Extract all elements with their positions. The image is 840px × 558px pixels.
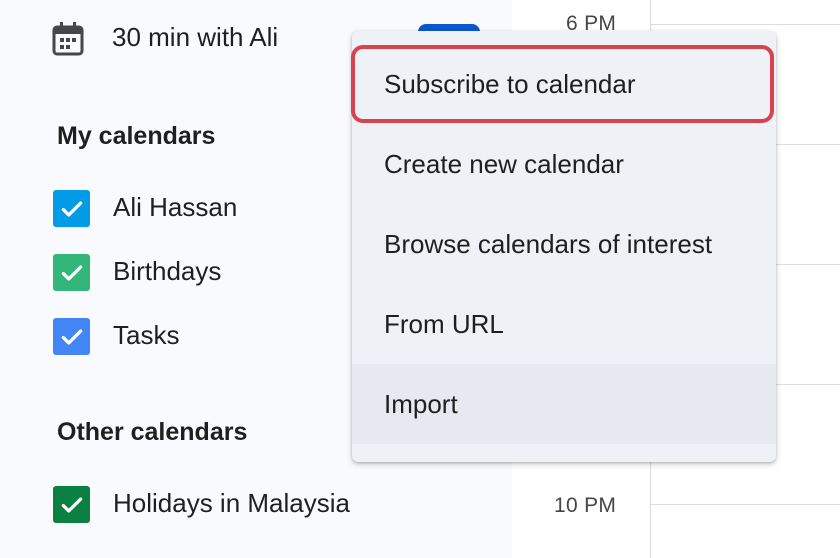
calendar-label: Tasks <box>113 320 180 350</box>
menu-item-label: Browse calendars of interest <box>384 228 713 259</box>
calendar-checkbox[interactable] <box>53 318 90 355</box>
calendar-checkbox[interactable] <box>53 254 90 291</box>
menu-item-browse-interest[interactable]: Browse calendars of interest <box>352 204 776 284</box>
calendar-label: Birthdays <box>113 256 222 286</box>
other-calendars-heading[interactable]: Other calendars <box>57 418 247 447</box>
menu-item-import[interactable]: Import <box>352 364 776 444</box>
menu-item-label: From URL <box>384 308 504 339</box>
my-calendars-heading[interactable]: My calendars <box>57 122 215 151</box>
check-icon <box>61 328 82 345</box>
grid-hour-line <box>650 504 840 505</box>
calendar-checkbox[interactable] <box>53 486 90 523</box>
check-icon <box>61 200 82 217</box>
menu-item-create-new[interactable]: Create new calendar <box>352 124 776 204</box>
menu-item-from-url[interactable]: From URL <box>352 284 776 364</box>
calendar-label: Ali Hassan <box>113 192 238 222</box>
menu-item-label: Create new calendar <box>384 148 624 179</box>
grid-hour-line <box>650 24 840 25</box>
check-icon <box>61 264 82 281</box>
calendar-checkbox[interactable] <box>53 190 90 227</box>
time-label-10pm: 10 PM <box>554 494 617 517</box>
menu-item-label: Import <box>384 388 458 419</box>
calendar-label: Holidays in Malaysia <box>113 488 350 518</box>
highlight-box <box>351 45 774 123</box>
check-icon <box>61 496 82 513</box>
calendar-icon <box>52 22 84 56</box>
event-title: 30 min with Ali <box>112 22 279 52</box>
